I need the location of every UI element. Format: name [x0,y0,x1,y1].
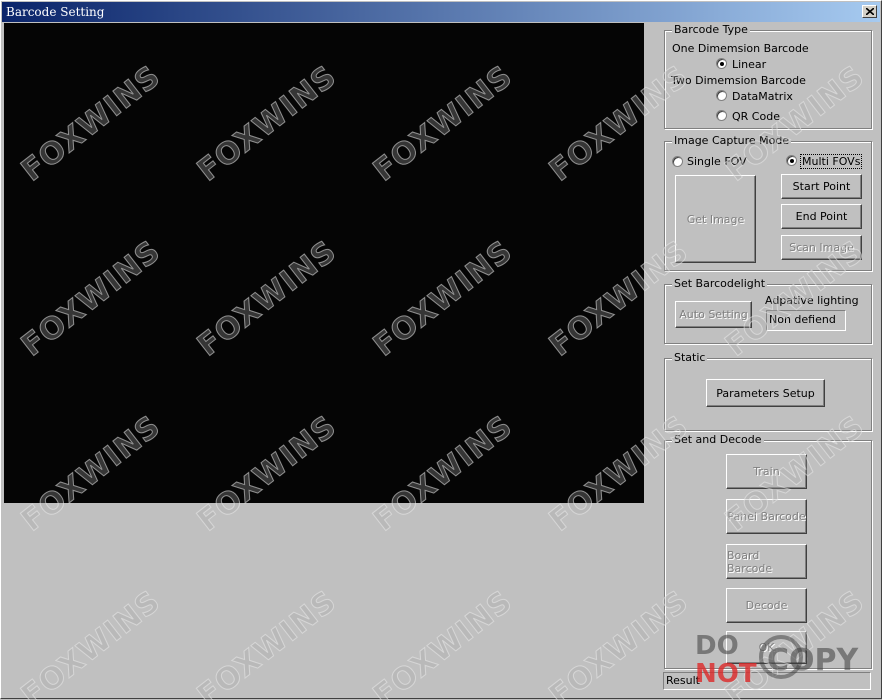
barcodelight-title: Set Barcodelight [672,277,768,290]
capture-mode-title: Image Capture Mode [672,134,792,147]
scan-image-button[interactable]: Scan Image [781,235,862,260]
linear-label[interactable]: Linear [732,58,766,71]
barcodelight-group: Set Barcodelight Auto Setting Adpative l… [664,277,872,344]
end-point-button[interactable]: End Point [781,204,862,229]
barcode-type-group: Barcode Type One Dimemsion Barcode Linea… [664,23,872,129]
close-icon [866,8,874,15]
multi-fovs-label[interactable]: Multi FOVs [800,154,863,169]
datamatrix-label[interactable]: DataMatrix [732,90,793,103]
foxwins-watermark: FOXWINS [191,583,344,700]
close-button[interactable] [862,5,877,18]
single-fov-radio[interactable] [672,156,683,167]
stamp-do-text: DO [695,631,739,661]
capture-mode-group: Image Capture Mode Single FOV Multi FOVs… [664,134,872,271]
stamp-not-text: NOT [695,659,757,689]
start-point-button[interactable]: Start Point [781,174,862,199]
decode-button[interactable]: Decode [726,588,807,623]
image-display [4,23,644,503]
stamp-copy-text: COPY [767,643,859,678]
do-not-copy-stamp: DO NOT COPY [689,629,879,693]
auto-setting-button[interactable]: Auto Setting [675,301,752,328]
window-title: Barcode Setting [6,5,105,19]
board-barcode-button[interactable]: Board Barcode [726,544,807,579]
single-fov-label[interactable]: Single FOV [687,155,747,168]
panel-barcode-button[interactable]: Panel Barcode [726,499,807,534]
set-decode-title: Set and Decode [672,433,764,446]
get-image-button[interactable]: Get Image [675,175,756,263]
two-dimension-label: Two Dimemsion Barcode [671,74,806,87]
barcode-type-title: Barcode Type [672,23,750,36]
multi-fovs-radio[interactable] [786,155,797,166]
foxwins-watermark: FOXWINS [367,583,520,700]
parameters-setup-button[interactable]: Parameters Setup [706,379,825,407]
qr-code-label[interactable]: QR Code [732,110,780,123]
title-bar[interactable]: Barcode Setting [2,2,880,22]
static-title: Static [672,351,708,364]
static-group: Static Parameters Setup [664,351,872,431]
one-dimension-label: One Dimemsion Barcode [672,42,809,55]
train-button[interactable]: Train [726,454,807,489]
linear-radio[interactable] [716,58,727,69]
qr-code-radio[interactable] [716,110,727,121]
foxwins-watermark: FOXWINS [15,583,168,700]
barcode-setting-window: Barcode Setting Barcode Type One Dimemsi… [0,0,882,700]
datamatrix-radio[interactable] [716,90,727,101]
adaptive-lighting-label: Adpative lighting [765,294,859,307]
adaptive-lighting-field: Non defiend [766,310,846,331]
